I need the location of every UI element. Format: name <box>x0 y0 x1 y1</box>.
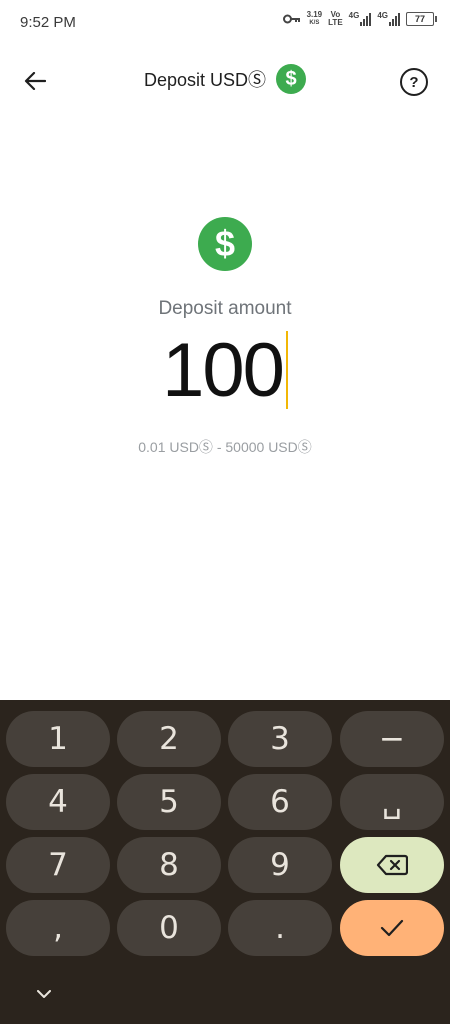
volte-bottom: LTE <box>328 18 343 27</box>
deposit-amount-label: Deposit amount <box>158 298 292 319</box>
check-icon <box>380 919 404 937</box>
signal-icon <box>389 12 400 26</box>
title-group: Deposit USDⓈ $ <box>0 64 450 94</box>
status-icons: 3.19 K/S Vo LTE 4G 4G 77 <box>282 11 437 27</box>
dollar-coin-icon: $ <box>276 64 307 94</box>
enter-key[interactable] <box>340 900 444 956</box>
numeric-keyboard: 1 2 3 − 4 5 6 ␣ 7 8 9 , 0 . <box>0 700 450 1024</box>
key-3[interactable]: 3 <box>228 711 332 767</box>
volte-indicator: Vo LTE <box>328 11 343 27</box>
chevron-down-icon <box>37 990 51 998</box>
speed-value: 3.19 <box>306 10 323 19</box>
status-time: 9:52 PM <box>20 14 76 31</box>
key-6[interactable]: 6 <box>228 774 332 830</box>
key-2[interactable]: 2 <box>117 711 221 767</box>
battery-icon: 77 <box>406 12 437 26</box>
network-type-1: 4G <box>348 11 360 20</box>
amount-input[interactable]: 100 <box>0 327 450 414</box>
speed-unit: K/S <box>309 20 320 26</box>
key-1[interactable]: 1 <box>6 711 110 767</box>
key-8[interactable]: 8 <box>117 837 221 893</box>
signal-1: 4G <box>349 12 372 26</box>
key-4[interactable]: 4 <box>6 774 110 830</box>
signal-icon <box>360 12 372 26</box>
key-space[interactable]: ␣ <box>340 774 444 830</box>
page-title: Deposit USDⓈ <box>143 70 267 90</box>
key-9[interactable]: 9 <box>228 837 332 893</box>
dollar-coin-icon: $ <box>198 217 252 271</box>
key-dot[interactable]: . <box>228 900 332 956</box>
key-comma[interactable]: , <box>6 900 110 956</box>
key-5[interactable]: 5 <box>117 774 221 830</box>
key-icon <box>282 14 300 24</box>
key-minus[interactable]: − <box>340 711 444 767</box>
amount-value[interactable]: 100 <box>162 327 285 414</box>
network-speed: 3.19 K/S <box>307 11 323 27</box>
backspace-key[interactable] <box>340 837 444 893</box>
top-app-bar: Deposit USDⓈ $ ? <box>0 60 450 102</box>
backspace-icon <box>376 854 408 876</box>
status-bar: 9:52 PM 3.19 K/S Vo LTE 4G 4G 77 <box>0 0 450 44</box>
network-type-2: 4G <box>377 11 388 20</box>
signal-2: 4G <box>377 12 400 26</box>
amount-range: 0.01 USDⓈ - 50000 USDⓈ <box>138 439 312 455</box>
key-0[interactable]: 0 <box>117 900 221 956</box>
collapse-keyboard-button[interactable] <box>30 980 58 1008</box>
help-button[interactable]: ? <box>400 68 428 96</box>
text-cursor <box>285 331 288 409</box>
key-7[interactable]: 7 <box>6 837 110 893</box>
